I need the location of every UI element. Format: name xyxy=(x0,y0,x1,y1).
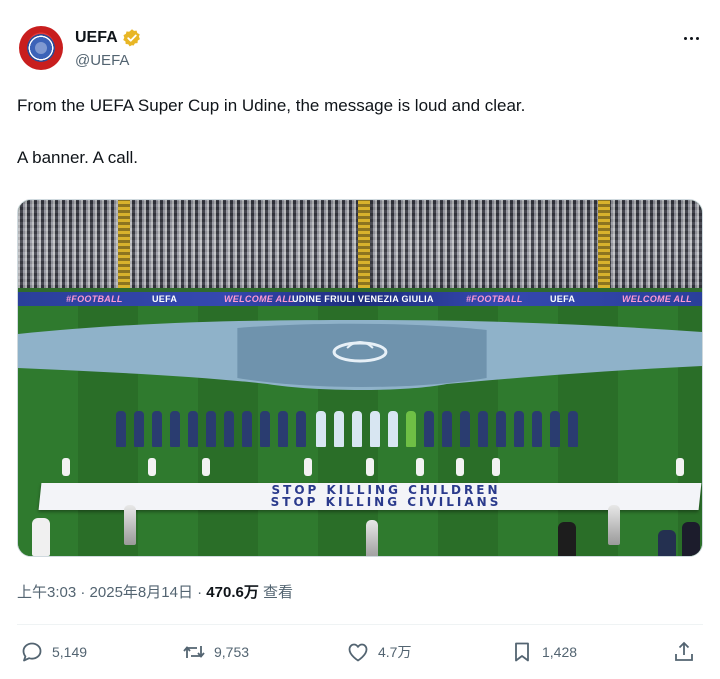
board-text: WELCOME ALL xyxy=(224,294,294,304)
board-text: UEFA xyxy=(550,294,576,304)
person xyxy=(32,518,50,556)
person xyxy=(558,522,576,556)
tweet-line: A banner. A call. xyxy=(17,148,138,167)
repost-button[interactable]: 9,753 xyxy=(182,640,249,664)
board-text: #FOOTBALL xyxy=(466,294,523,304)
trophy xyxy=(124,505,136,545)
board-text: UDINE FRIULI VENEZIA GIULIA xyxy=(292,294,434,304)
account-name-row: UEFA xyxy=(75,28,142,48)
tweet-time[interactable]: 上午3:03 xyxy=(17,584,76,601)
reply-button[interactable]: 5,149 xyxy=(20,640,87,664)
divider xyxy=(17,624,703,625)
bookmark-icon xyxy=(515,642,529,662)
player-lineup xyxy=(116,403,586,447)
board-text: WELCOME ALL xyxy=(622,294,692,304)
tweet-meta: 上午3:03 · 2025年8月14日 · 470.6万 查看 xyxy=(17,581,293,602)
account-name[interactable]: UEFA xyxy=(75,29,118,47)
like-button[interactable]: 4.7万 xyxy=(346,640,411,664)
reply-count: 5,149 xyxy=(52,644,88,660)
bookmark-count: 1,428 xyxy=(542,644,578,660)
tweet-line: From the UEFA Super Cup in Udine, the me… xyxy=(17,96,526,115)
giant-uefa-flag xyxy=(18,318,702,398)
more-options-icon[interactable] xyxy=(679,28,703,48)
tweet-header: UEFA @UEFA xyxy=(19,26,703,74)
repost-count: 9,753 xyxy=(214,644,250,660)
children-row xyxy=(56,458,696,478)
stadium-stairs xyxy=(598,200,610,288)
board-text: UEFA xyxy=(152,294,178,304)
uefa-avatar[interactable] xyxy=(19,26,63,70)
tweet-text: From the UEFA Super Cup in Udine, the me… xyxy=(17,95,697,199)
person xyxy=(682,522,700,556)
verified-badge-icon[interactable] xyxy=(122,28,142,48)
views-label: 查看 xyxy=(263,584,294,601)
board-text: #FOOTBALL xyxy=(66,294,123,304)
share-icon xyxy=(675,641,693,661)
repost-icon xyxy=(183,646,205,658)
person xyxy=(658,530,676,556)
trophy xyxy=(366,520,378,556)
like-count: 4.7万 xyxy=(378,644,412,660)
banner-text: STOP KILLING CHILDREN STOP KILLING CIVIL… xyxy=(106,484,666,508)
banner-line: STOP KILLING CIVILIANS xyxy=(270,495,502,509)
reply-icon xyxy=(22,642,42,662)
heart-icon xyxy=(348,643,368,662)
trophy xyxy=(608,505,620,545)
views-count: 470.6万 xyxy=(206,584,259,601)
account-handle[interactable]: @UEFA xyxy=(75,52,129,69)
stadium-stairs xyxy=(358,200,370,288)
meta-separator: · xyxy=(80,584,86,601)
meta-separator: · xyxy=(197,584,203,601)
bookmark-button[interactable]: 1,428 xyxy=(510,640,577,664)
action-bar: 5,149 9,753 4.7万 1,428 xyxy=(20,640,700,666)
stadium-stairs xyxy=(118,200,130,288)
share-button[interactable] xyxy=(672,640,696,664)
tweet-photo[interactable]: #FOOTBALL UEFA WELCOME ALL UDINE FRIULI … xyxy=(17,199,703,557)
tweet-date[interactable]: 2025年8月14日 xyxy=(90,584,193,601)
